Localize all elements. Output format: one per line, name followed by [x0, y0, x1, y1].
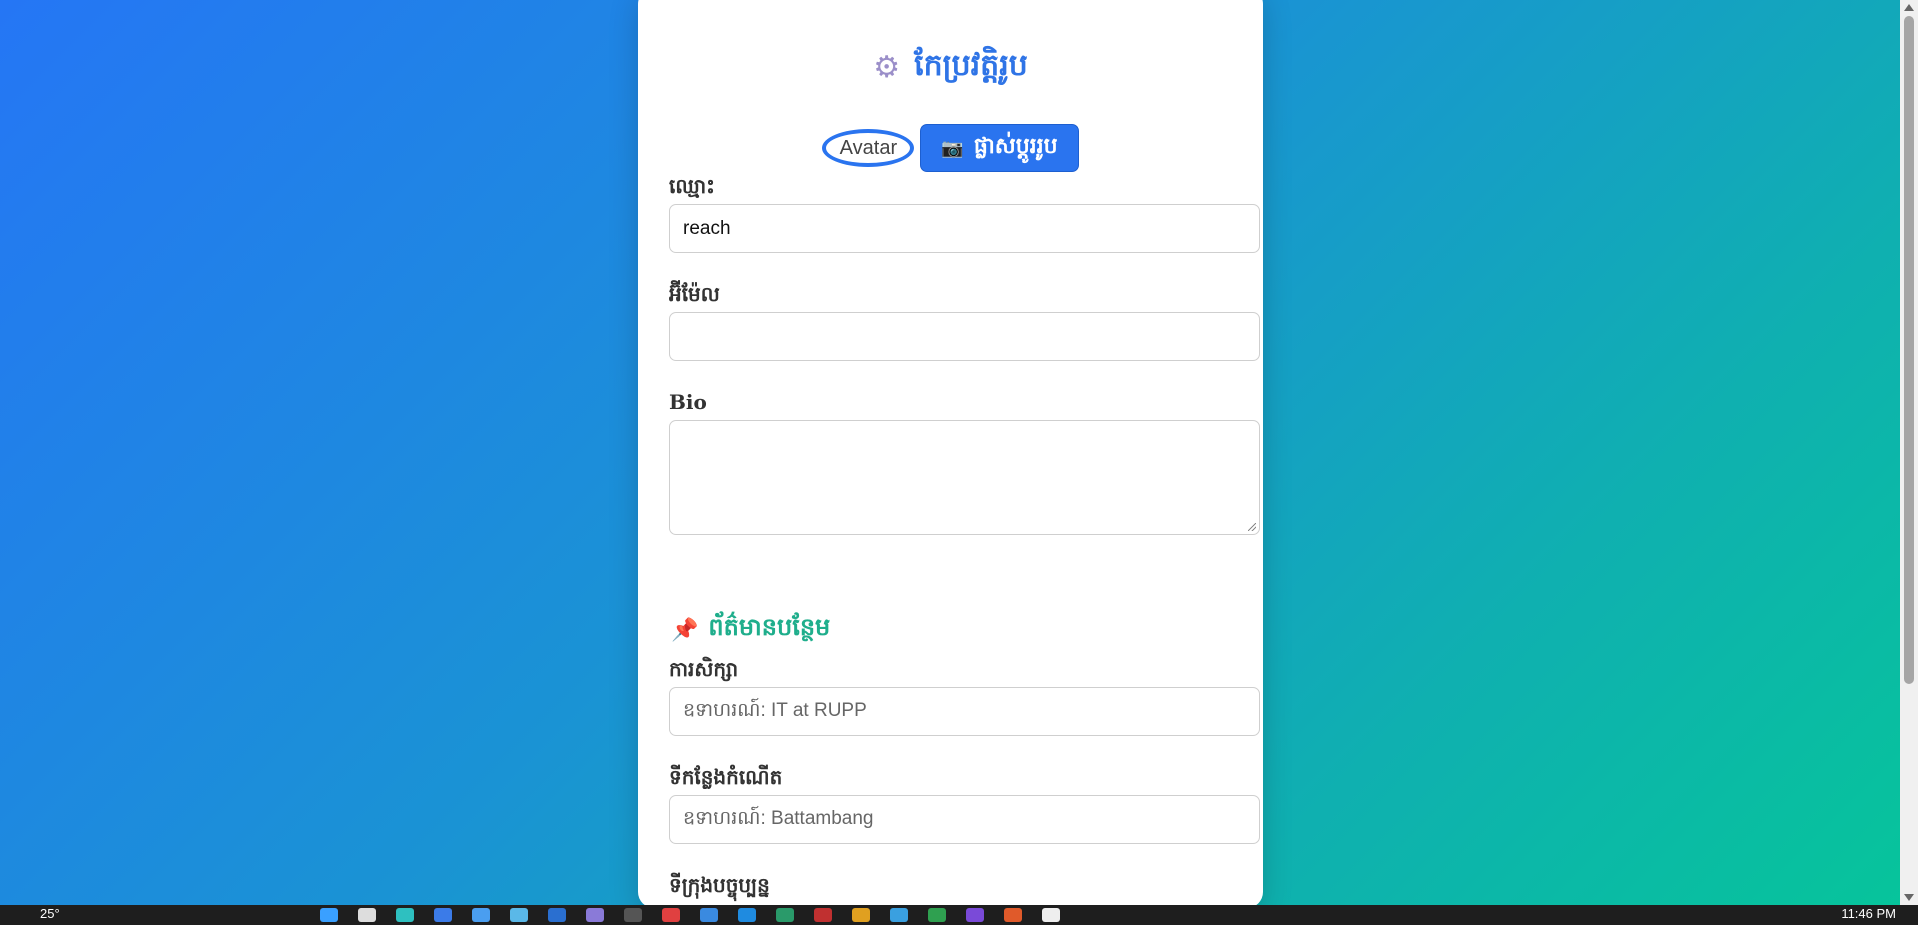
scroll-up-icon[interactable] [1904, 4, 1914, 11]
app-icon[interactable] [434, 908, 452, 922]
bio-label: Bio [669, 390, 707, 414]
app-icon[interactable] [662, 908, 680, 922]
avatar[interactable]: Avatar [822, 129, 915, 167]
weather-widget[interactable]: 25° [40, 906, 60, 921]
resize-handle-icon[interactable] [1248, 523, 1256, 531]
search-icon[interactable] [358, 908, 376, 922]
scroll-down-icon[interactable] [1904, 894, 1914, 901]
app-icon[interactable] [548, 908, 566, 922]
extra-info-title: ព័ត៌មានបន្ថែម [708, 612, 831, 641]
app-icon[interactable] [586, 908, 604, 922]
app-icon[interactable] [1004, 908, 1022, 922]
app-icon[interactable] [472, 908, 490, 922]
app-icon[interactable] [776, 908, 794, 922]
email-input[interactable] [669, 312, 1260, 361]
scroll-thumb[interactable] [1904, 16, 1914, 684]
education-label: ការសិក្សា [669, 657, 739, 681]
education-input[interactable]: ឧទាហរណ៍: IT at RUPP [669, 687, 1260, 736]
app-icon[interactable] [738, 908, 756, 922]
clock[interactable]: 11:46 PM [1841, 906, 1896, 921]
email-field-group: អ៊ីម៉ែល [669, 282, 1260, 361]
email-label: អ៊ីម៉ែល [669, 282, 720, 306]
page-scrollbar[interactable] [1900, 0, 1918, 905]
change-photo-label: ផ្លាស់ប្តូររូប [973, 133, 1058, 159]
birthplace-label: ទីកន្លែងកំណើត [669, 765, 783, 789]
app-icon[interactable] [966, 908, 984, 922]
extra-info-heading: 📌 ព័ត៌មានបន្ថែម [671, 612, 830, 647]
taskbar: 25° 11:46 PM [0, 905, 1918, 925]
app-icon[interactable] [852, 908, 870, 922]
page-header: ⚙ កែប្រវត្តិរូប [638, 46, 1263, 90]
birthplace-field-group: ទីកន្លែងកំណើត ឧទាហរណ៍: Battambang [669, 765, 1260, 844]
app-icon[interactable] [510, 908, 528, 922]
change-photo-button[interactable]: 📷 ផ្លាស់ប្តូររូប [920, 124, 1079, 172]
avatar-row: Avatar 📷 ផ្លាស់ប្តូររូប [638, 124, 1263, 172]
name-input[interactable]: reach [669, 204, 1260, 253]
current-city-label: ទីក្រុងបច្ចុប្បន្ន [669, 873, 770, 897]
camera-icon: 📷 [941, 137, 964, 159]
name-label: ឈ្មោះ [669, 174, 715, 198]
app-icon[interactable] [700, 908, 718, 922]
app-icon[interactable] [814, 908, 832, 922]
birthplace-input[interactable]: ឧទាហរណ៍: Battambang [669, 795, 1260, 844]
bio-textarea[interactable] [669, 420, 1260, 535]
app-icon[interactable] [1042, 908, 1060, 922]
start-icon[interactable] [320, 908, 338, 922]
edit-profile-card: ⚙ កែប្រវត្តិរូប Avatar 📷 ផ្លាស់ប្តូររូប … [638, 0, 1263, 908]
name-field-group: ឈ្មោះ reach [669, 174, 1260, 253]
app-icon[interactable] [890, 908, 908, 922]
taskbar-apps [320, 908, 1060, 922]
gear-icon: ⚙ [873, 50, 901, 85]
edge-icon[interactable] [396, 908, 414, 922]
pin-icon: 📌 [671, 616, 699, 643]
education-field-group: ការសិក្សា ឧទាហរណ៍: IT at RUPP [669, 657, 1260, 736]
app-icon[interactable] [928, 908, 946, 922]
app-icon[interactable] [624, 908, 642, 922]
current-city-field-group: ទីក្រុងបច្ចុប្បន្ន [669, 873, 1260, 903]
page-title: កែប្រវត្តិរូប [914, 48, 1028, 83]
bio-field-group: Bio [669, 390, 1260, 535]
